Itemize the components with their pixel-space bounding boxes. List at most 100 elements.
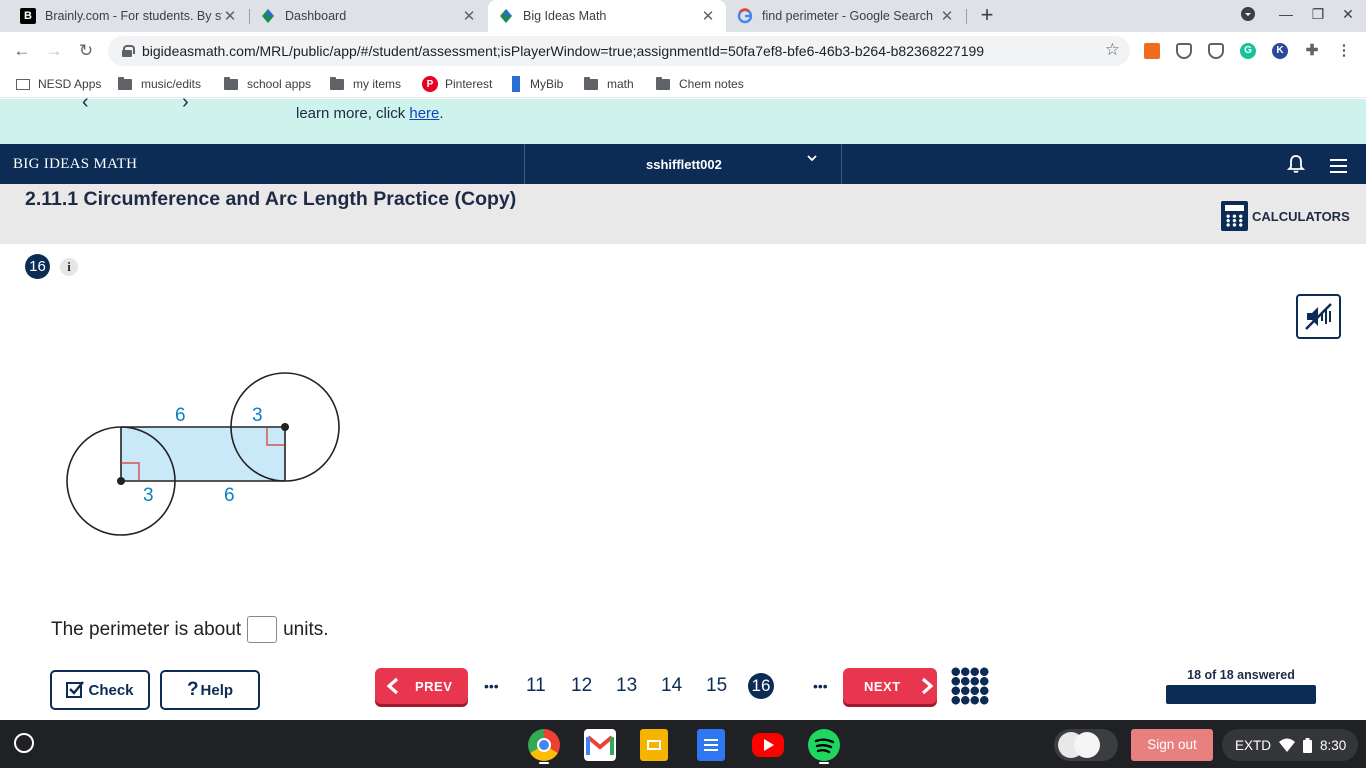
pagination-ellipsis[interactable]: •••: [484, 678, 499, 694]
google-docs-icon[interactable]: [697, 729, 725, 761]
bookmark-star-icon[interactable]: ☆: [1105, 40, 1120, 60]
k-extension-icon[interactable]: K: [1272, 43, 1288, 59]
pagination-ellipsis[interactable]: •••: [813, 678, 828, 694]
url-text: bigideasmath.com/MRL/public/app/#/studen…: [142, 43, 985, 59]
page-14[interactable]: 14: [661, 675, 682, 697]
tab-strip: B Brainly.com - For students. By st ✕ Da…: [0, 0, 1366, 32]
tab-brainly[interactable]: B Brainly.com - For students. By st ✕: [10, 0, 248, 32]
back-icon[interactable]: ←: [10, 40, 34, 62]
forward-icon[interactable]: →: [42, 40, 66, 62]
shield-icon[interactable]: [1176, 43, 1192, 59]
extension-icon[interactable]: [1144, 43, 1160, 59]
check-button[interactable]: Check: [50, 670, 150, 710]
bim-logo-icon: [498, 8, 514, 24]
geometry-figure: 6 3 3 6: [60, 365, 350, 543]
close-icon[interactable]: ✕: [461, 7, 477, 25]
grammarly-icon[interactable]: G: [1240, 43, 1256, 59]
info-icon[interactable]: i: [60, 258, 78, 276]
page-13[interactable]: 13: [616, 675, 637, 697]
address-bar[interactable]: bigideasmath.com/MRL/public/app/#/studen…: [108, 36, 1130, 66]
bookmark-mybib[interactable]: MyBib: [512, 75, 563, 93]
page-current[interactable]: 16: [748, 673, 774, 699]
bookmarks-bar: NESD Apps music/edits school apps my ite…: [0, 70, 1366, 98]
bookmark-my-items[interactable]: my items: [330, 75, 401, 93]
reload-icon[interactable]: ↻: [74, 40, 98, 62]
hamburger-menu-icon[interactable]: [1330, 159, 1347, 177]
page-15[interactable]: 15: [706, 675, 727, 697]
bookmark-pinterest[interactable]: P Pinterest: [422, 75, 492, 93]
clock: 8:30: [1320, 737, 1347, 753]
info-banner: ‹ › learn more, click here.: [0, 91, 1366, 144]
brainly-icon: B: [20, 8, 36, 24]
tab-title: Big Ideas Math: [523, 9, 607, 23]
wifi-icon: [1279, 738, 1296, 752]
audio-mute-icon[interactable]: [1296, 294, 1341, 339]
tab-title: find perimeter - Google Search: [762, 9, 933, 23]
tab-search-icon[interactable]: [1238, 6, 1258, 25]
folder-icon: [330, 76, 344, 90]
calculators-button[interactable]: CALCULATORS: [1221, 201, 1350, 231]
active-app-indicator: [539, 762, 549, 764]
bookmark-label: Pinterest: [445, 77, 493, 91]
label-bottom-right: 6: [224, 485, 235, 506]
youtube-icon[interactable]: [752, 733, 784, 757]
folder-icon: [584, 76, 598, 90]
new-tab-button[interactable]: +: [976, 4, 998, 28]
restore-icon[interactable]: ❐: [1308, 6, 1328, 23]
banner-link[interactable]: here: [409, 105, 439, 122]
shield-icon[interactable]: [1208, 43, 1224, 59]
chrome-icon[interactable]: [528, 729, 560, 761]
chevron-right-icon: [921, 677, 934, 695]
divider: [841, 144, 842, 184]
bookmark-chem-notes[interactable]: Chem notes: [656, 75, 744, 93]
banner-text: learn more, click here.: [296, 105, 444, 122]
chevron-right-icon[interactable]: ›: [182, 91, 189, 114]
right-center-point: [281, 423, 289, 431]
minimize-icon[interactable]: —: [1276, 6, 1296, 22]
page-12[interactable]: 12: [571, 675, 592, 697]
prev-button[interactable]: PREV: [375, 668, 468, 704]
folder-icon: [118, 76, 132, 90]
page-11[interactable]: 11: [526, 675, 546, 697]
help-button[interactable]: ? Help: [160, 670, 260, 710]
puzzle-icon[interactable]: ✚: [1304, 43, 1320, 59]
bell-icon[interactable]: [1286, 154, 1306, 174]
bookmark-label: Chem notes: [679, 77, 744, 91]
bookmark-label: music/edits: [141, 77, 202, 91]
left-center-point: [117, 477, 125, 485]
chevron-left-icon[interactable]: ‹: [82, 91, 89, 114]
gmail-icon[interactable]: [584, 729, 616, 761]
bookmark-math[interactable]: math: [584, 75, 634, 93]
tab-big-ideas-math[interactable]: Big Ideas Math ✕: [488, 0, 726, 32]
launcher-icon[interactable]: [14, 733, 34, 753]
close-icon[interactable]: ✕: [700, 7, 716, 25]
bookmark-school-apps[interactable]: school apps: [224, 75, 311, 93]
calculator-icon: [1221, 201, 1248, 231]
folder-icon: [656, 76, 670, 90]
more-icon[interactable]: ⋮: [1336, 43, 1352, 59]
google-slides-icon[interactable]: [640, 729, 668, 761]
question-number: 16: [25, 254, 50, 279]
pinterest-icon: P: [422, 76, 438, 92]
sign-out-button[interactable]: Sign out: [1131, 729, 1213, 761]
app-header: BIG IDEAS MATH sshifflett002: [0, 144, 1366, 184]
next-button[interactable]: NEXT: [843, 668, 937, 704]
brand-logo[interactable]: BIG IDEAS MATH: [13, 156, 137, 173]
folder-icon: [224, 76, 238, 90]
label-top-right: 3: [252, 405, 263, 426]
tab-google-search[interactable]: find perimeter - Google Search ✕: [727, 0, 965, 32]
system-tray[interactable]: EXTD 8:30: [1222, 729, 1358, 761]
calculators-label: CALCULATORS: [1252, 208, 1350, 224]
answer-input[interactable]: [247, 616, 278, 643]
username[interactable]: sshifflett002: [646, 157, 722, 172]
browser-toolbar: ← → ↻ bigideasmath.com/MRL/public/app/#/…: [0, 32, 1366, 70]
spotify-icon[interactable]: [808, 729, 840, 761]
chevron-down-icon[interactable]: [806, 152, 818, 167]
close-icon[interactable]: ✕: [939, 7, 955, 25]
os-shelf: Sign out EXTD 8:30: [0, 720, 1366, 768]
question-grid-icon[interactable]: [951, 667, 989, 705]
holding-space-icon[interactable]: [1054, 729, 1118, 761]
close-window-icon[interactable]: ✕: [1338, 6, 1358, 23]
tab-dashboard[interactable]: Dashboard ✕: [250, 0, 487, 32]
close-icon[interactable]: ✕: [222, 7, 238, 25]
